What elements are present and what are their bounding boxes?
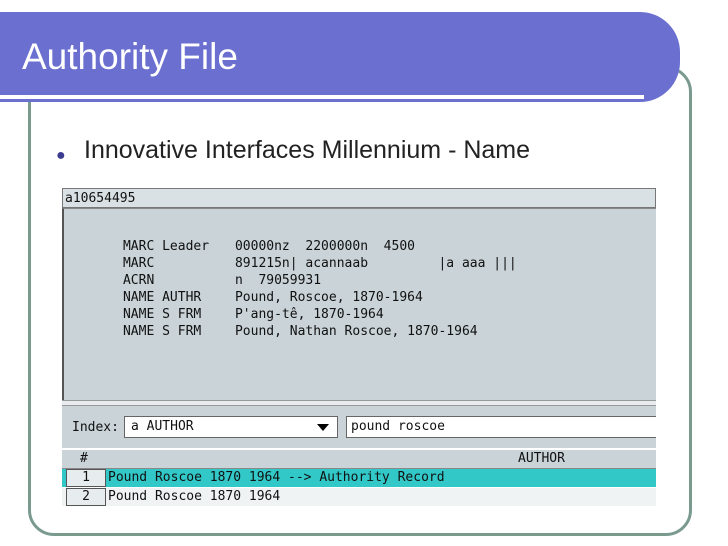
results-header: # AUTHOR [62,450,656,469]
title-rule [0,95,644,99]
slide-title: Authority File [22,36,238,77]
bullet-text: Innovative Interfaces Millennium - Name [84,136,531,164]
search-input[interactable]: pound roscoe [346,416,656,438]
result-text[interactable]: Pound Roscoe 1870 1964 --> Authority Rec… [108,469,445,487]
result-number[interactable]: 2 [66,488,106,506]
field-value: Pound, Nathan Roscoe, 1870-1964 [234,324,478,339]
index-label: Index: [72,420,119,435]
column-header-number[interactable]: # [80,450,88,468]
record-field: MARC Leader 00000nz 2200000n 4500 [76,221,415,254]
record-id: a10654495 [62,188,656,208]
index-select-value: a AUTHOR [131,419,194,434]
record-field: NAME S FRM Pound, Nathan Roscoe, 1870-196… [76,306,478,339]
result-text[interactable]: Pound Roscoe 1870 1964 [108,488,280,506]
record-field: NAME S FRM P'ang-tê, 1870-1964 [76,289,384,322]
chevron-down-icon[interactable] [317,424,329,431]
results-list: # AUTHOR 1 Pound Roscoe 1870 1964 --> Au… [62,450,656,510]
bullet-icon: ● [56,147,66,164]
result-row[interactable]: 2 Pound Roscoe 1870 1964 [62,488,656,506]
field-label: NAME S FRM [122,324,202,339]
record-field: ACRN n 79059931 [76,255,321,288]
millennium-screenshot: a10654495 MARC Leader 00000nz 2200000n 45… [62,188,656,510]
record-field: MARC 891215n| acannaab |a aaa ||| [76,238,517,271]
record-field: NAME AUTHR Pound, Roscoe, 1870-1964 [76,272,423,305]
index-select[interactable]: a AUTHOR [124,416,338,438]
result-number[interactable]: 1 [66,469,106,487]
record-panel: MARC Leader 00000nz 2200000n 4500 MARC 891… [62,208,656,400]
result-row[interactable]: 1 Pound Roscoe 1870 1964 --> Authority R… [62,469,656,487]
search-bar: Index: a AUTHOR pound roscoe [62,406,656,448]
column-header-author[interactable]: AUTHOR [518,450,565,468]
